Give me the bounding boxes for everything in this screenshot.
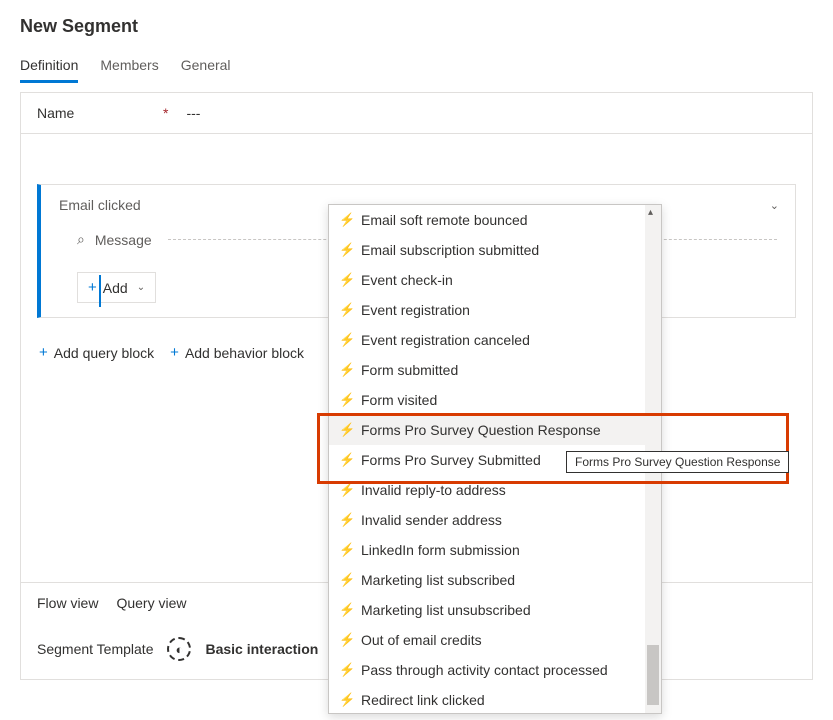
dropdown-item[interactable]: ⚡ Invalid sender address bbox=[329, 505, 661, 535]
dropdown-item-label: Marketing list unsubscribed bbox=[361, 602, 531, 618]
tooltip: Forms Pro Survey Question Response bbox=[566, 451, 789, 473]
search-icon: ⌕ bbox=[77, 231, 85, 248]
dropdown-item[interactable]: ⚡ Email subscription submitted bbox=[329, 235, 661, 265]
bolt-icon: ⚡ bbox=[339, 212, 353, 228]
bolt-icon: ⚡ bbox=[339, 332, 353, 348]
dropdown-item-label: Invalid reply-to address bbox=[361, 482, 506, 498]
segment-template-label: Segment Template bbox=[37, 641, 153, 657]
dropdown-item[interactable]: ⚡ Event registration bbox=[329, 295, 661, 325]
dropdown-item-label: Event registration bbox=[361, 302, 470, 318]
dropdown-item-label: Invalid sender address bbox=[361, 512, 502, 528]
add-behavior-block-button[interactable]: + Add behavior block bbox=[170, 344, 304, 361]
tabs-bar: Definition Members General bbox=[0, 49, 833, 84]
plus-icon: + bbox=[170, 344, 179, 361]
flow-view-button[interactable]: Flow view bbox=[37, 595, 98, 611]
dropdown-item[interactable]: ⚡ Event check-in bbox=[329, 265, 661, 295]
name-row: Name * --- bbox=[21, 93, 812, 134]
scrollbar-thumb[interactable] bbox=[647, 645, 659, 705]
name-label: Name bbox=[37, 105, 163, 121]
dropdown-item-label: LinkedIn form submission bbox=[361, 542, 520, 558]
dropdown-item[interactable]: ⚡ Form submitted bbox=[329, 355, 661, 385]
dropdown-item[interactable]: ⚡ Email soft remote bounced bbox=[329, 205, 661, 235]
dropdown-item-label: Marketing list subscribed bbox=[361, 572, 515, 588]
bolt-icon: ⚡ bbox=[339, 302, 353, 318]
page-title: New Segment bbox=[20, 16, 813, 37]
tab-general[interactable]: General bbox=[181, 49, 231, 83]
template-name[interactable]: Basic interaction bbox=[205, 641, 318, 657]
dropdown-item[interactable]: ⚡ Event registration canceled bbox=[329, 325, 661, 355]
add-condition-button[interactable]: + Add ⌄ bbox=[77, 272, 156, 303]
bolt-icon: ⚡ bbox=[339, 692, 353, 708]
dropdown-item[interactable]: ⚡ LinkedIn form submission bbox=[329, 535, 661, 565]
dropdown-item-label: Event check-in bbox=[361, 272, 453, 288]
dropdown-item[interactable]: ⚡ Forms Pro Survey Question Response bbox=[329, 415, 661, 445]
dropdown-item[interactable]: ⚡ Invalid reply-to address bbox=[329, 475, 661, 505]
bolt-icon: ⚡ bbox=[339, 572, 353, 588]
dropdown-item-label: Form visited bbox=[361, 392, 437, 408]
bolt-icon: ⚡ bbox=[339, 542, 353, 558]
dropdown-item-label: Redirect link clicked bbox=[361, 692, 485, 708]
dropdown-item[interactable]: ⚡ Marketing list unsubscribed bbox=[329, 595, 661, 625]
message-label[interactable]: Message bbox=[95, 232, 152, 248]
dropdown-item-label: Email soft remote bounced bbox=[361, 212, 528, 228]
dropdown-item[interactable]: ⚡ Marketing list subscribed bbox=[329, 565, 661, 595]
dropdown-item[interactable]: ⚡ Redirect link clicked bbox=[329, 685, 661, 714]
tab-definition[interactable]: Definition bbox=[20, 49, 78, 83]
bolt-icon: ⚡ bbox=[339, 392, 353, 408]
bolt-icon: ⚡ bbox=[339, 452, 353, 468]
bolt-icon: ⚡ bbox=[339, 482, 353, 498]
bolt-icon: ⚡ bbox=[339, 242, 353, 258]
bolt-icon: ⚡ bbox=[339, 272, 353, 288]
bolt-icon: ⚡ bbox=[339, 632, 353, 648]
connector-line bbox=[99, 275, 101, 307]
dropdown-item-label: Forms Pro Survey Submitted bbox=[361, 452, 541, 468]
name-value[interactable]: --- bbox=[186, 105, 200, 121]
tab-members[interactable]: Members bbox=[100, 49, 158, 83]
bolt-icon: ⚡ bbox=[339, 602, 353, 618]
query-view-button[interactable]: Query view bbox=[116, 595, 186, 611]
add-label: Add bbox=[103, 280, 128, 296]
dropdown-item-label: Forms Pro Survey Question Response bbox=[361, 422, 601, 438]
template-icon: ◐ bbox=[167, 637, 191, 661]
add-query-block-button[interactable]: + Add query block bbox=[39, 344, 154, 361]
plus-icon: + bbox=[39, 344, 48, 361]
chevron-down-icon: ⌄ bbox=[137, 282, 145, 293]
bolt-icon: ⚡ bbox=[339, 512, 353, 528]
bolt-icon: ⚡ bbox=[339, 362, 353, 378]
dropdown-item-label: Out of email credits bbox=[361, 632, 482, 648]
dropdown-item-label: Form submitted bbox=[361, 362, 458, 378]
bolt-icon: ⚡ bbox=[339, 422, 353, 438]
dropdown-item-label: Email subscription submitted bbox=[361, 242, 539, 258]
required-indicator: * bbox=[163, 105, 168, 121]
add-query-block-label: Add query block bbox=[54, 345, 154, 361]
bolt-icon: ⚡ bbox=[339, 662, 353, 678]
dropdown-item[interactable]: ⚡ Out of email credits bbox=[329, 625, 661, 655]
dropdown-item-label: Event registration canceled bbox=[361, 332, 530, 348]
block-title[interactable]: Email clicked bbox=[59, 197, 141, 213]
dropdown-item[interactable]: ⚡ Form visited bbox=[329, 385, 661, 415]
plus-icon: + bbox=[88, 279, 97, 296]
dropdown-item[interactable]: ⚡ Pass through activity contact processed bbox=[329, 655, 661, 685]
add-behavior-block-label: Add behavior block bbox=[185, 345, 304, 361]
chevron-down-icon[interactable]: ⌄ bbox=[770, 199, 779, 212]
dropdown-item-label: Pass through activity contact processed bbox=[361, 662, 608, 678]
